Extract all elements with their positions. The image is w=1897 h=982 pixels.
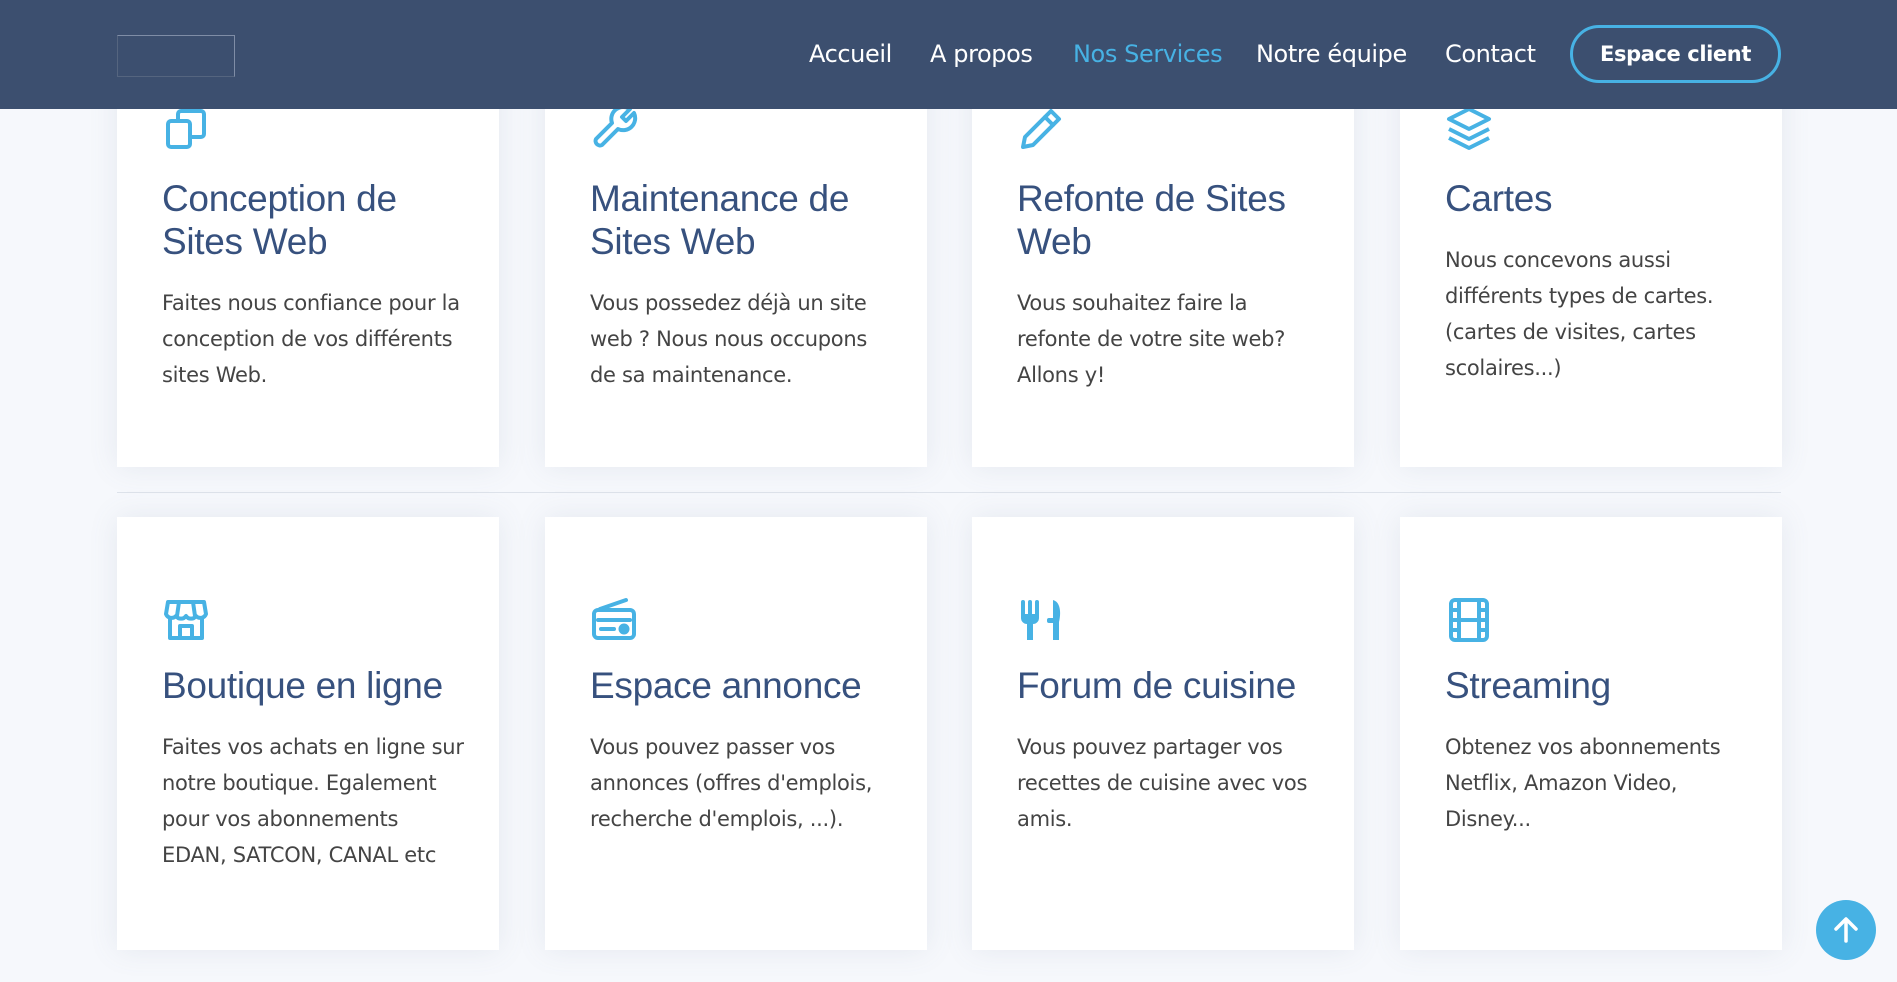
- store-icon: [162, 596, 210, 644]
- card-description: Faites vos achats en ligne sur notre bou…: [162, 735, 464, 867]
- copy-icon: [162, 105, 210, 153]
- pencil-icon: [1017, 105, 1065, 153]
- service-card-cuisine: Forum de cuisine Vous pouvez partager vo…: [972, 517, 1354, 950]
- nav-notre-equipe[interactable]: Notre équipe: [1256, 38, 1407, 70]
- card-title: Conception de Sites Web: [162, 178, 397, 262]
- card-description: Vous pouvez passer vos annonces (offres …: [590, 735, 873, 831]
- card-description: Obtenez vos abonnements Netflix, Amazon …: [1445, 735, 1721, 831]
- service-card-boutique: Boutique en ligne Faites vos achats en l…: [117, 517, 499, 950]
- wrench-icon: [590, 105, 638, 153]
- nav-nos-services[interactable]: Nos Services: [1073, 38, 1223, 70]
- card-title: Streaming: [1445, 665, 1611, 706]
- arrow-up-icon: [1834, 917, 1858, 943]
- nav-a-propos[interactable]: A propos: [930, 38, 1033, 70]
- radio-icon: [590, 596, 638, 644]
- card-title: Espace annonce: [590, 665, 862, 706]
- card-description: Vous souhaitez faire la refonte de votre…: [1017, 291, 1286, 387]
- nav-contact[interactable]: Contact: [1445, 38, 1536, 70]
- nav-accueil[interactable]: Accueil: [809, 38, 892, 70]
- row-divider: [117, 492, 1781, 493]
- card-title: Maintenance de Sites Web: [590, 178, 850, 262]
- card-title: Cartes: [1445, 178, 1553, 219]
- service-card-streaming: Streaming Obtenez vos abonnements Netfli…: [1400, 517, 1782, 950]
- site-header: Accueil A propos Nos Services Notre équi…: [0, 0, 1897, 109]
- layers-icon: [1445, 105, 1493, 153]
- card-title: Boutique en ligne: [162, 665, 443, 706]
- card-title: Refonte de Sites Web: [1017, 178, 1286, 262]
- espace-client-button[interactable]: Espace client: [1570, 25, 1781, 83]
- service-card-annonce: Espace annonce Vous pouvez passer vos an…: [545, 517, 927, 950]
- utensils-icon: [1017, 596, 1065, 644]
- site-logo[interactable]: [117, 35, 235, 77]
- back-to-top-button[interactable]: [1816, 900, 1876, 960]
- card-description: Vous pouvez partager vos recettes de cui…: [1017, 735, 1308, 831]
- card-description: Nous concevons aussi différents types de…: [1445, 248, 1714, 380]
- card-title: Forum de cuisine: [1017, 665, 1296, 706]
- film-icon: [1445, 596, 1493, 644]
- card-description: Vous possedez déjà un site web ? Nous no…: [590, 291, 867, 387]
- card-description: Faites nous confiance pour la conception…: [162, 291, 460, 387]
